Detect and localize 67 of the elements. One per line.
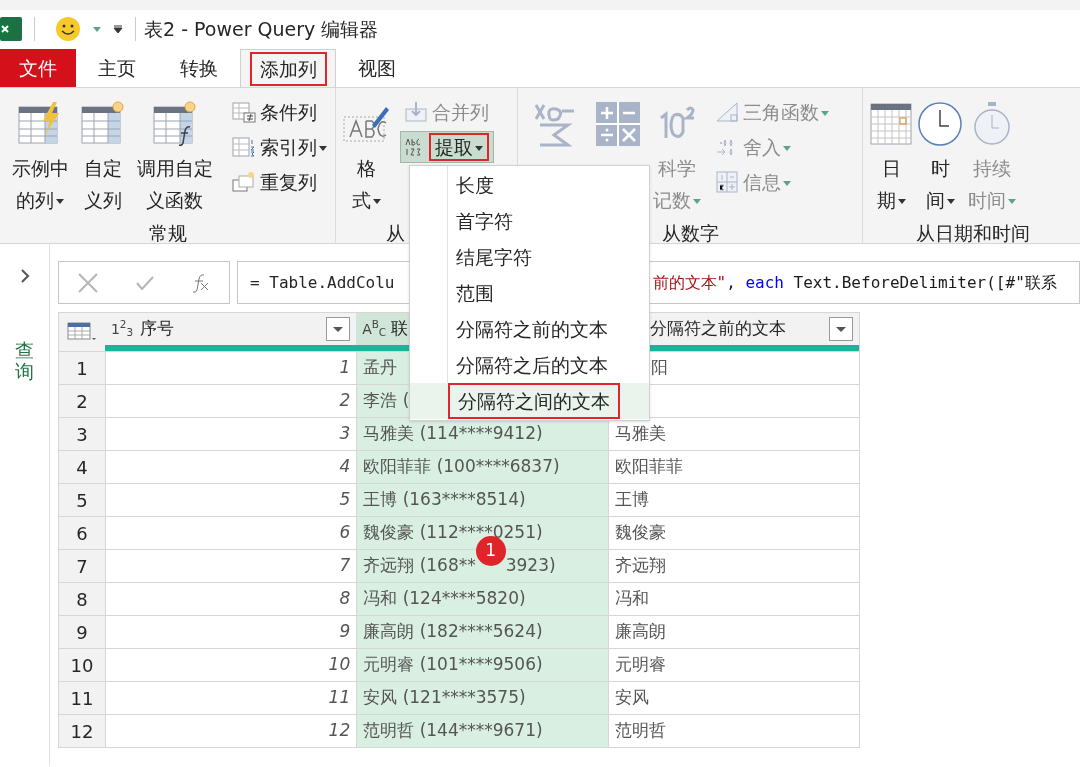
row-number: 10	[59, 649, 105, 681]
menu-item[interactable]: 首字符	[410, 203, 649, 239]
table-cell: 范明哲 (144****9671)	[356, 715, 608, 747]
merge-columns-icon	[404, 101, 428, 123]
clock-icon	[917, 101, 963, 147]
index-table-icon	[232, 136, 256, 158]
ribbon-button[interactable]: 格式	[340, 88, 392, 216]
column-title: 序号	[139, 317, 174, 341]
table-cell-text: 3923)	[505, 554, 556, 578]
group-label: 从日期和时间	[915, 221, 1030, 246]
ribbon-small-button[interactable]: 条件列	[228, 96, 331, 128]
ribbon-button[interactable]: 调用自定义函数	[129, 88, 220, 216]
row-number: 7	[59, 550, 105, 582]
stopwatch-icon	[971, 101, 1012, 147]
calendar-icon	[869, 102, 913, 146]
filter-dropdown-icon[interactable]	[829, 317, 853, 341]
ribbon-tab[interactable]: 添加列	[240, 49, 336, 87]
check-icon[interactable]	[135, 274, 155, 291]
customize-toolbar-icon[interactable]	[113, 25, 123, 33]
smiley-icon[interactable]	[55, 16, 81, 42]
function-icon[interactable]	[191, 272, 211, 293]
row-number: 1	[59, 352, 105, 384]
table-function-icon	[151, 101, 198, 147]
table-menu-icon[interactable]	[66, 322, 97, 342]
ribbon-small-button[interactable]: 索引列	[228, 131, 331, 163]
table-sparkle-icon	[79, 101, 126, 147]
table-cell: 廉高朗 (182****5624)	[356, 616, 608, 648]
ribbon-tab[interactable]: 文件	[0, 49, 76, 87]
row-number: 5	[59, 484, 105, 516]
row-number: 11	[59, 682, 105, 714]
expand-icon[interactable]	[19, 268, 30, 284]
table-cell: 冯和 (124****5820)	[356, 583, 608, 615]
table-cell: 欧阳菲菲 (100****6837)	[356, 451, 608, 483]
window-title: 表2 - Power Query 编辑器	[144, 16, 379, 42]
menu-item[interactable]: 分隔符之间的文本	[410, 383, 649, 419]
ribbon-button[interactable]: 自定义列	[76, 88, 129, 216]
info-grid-icon	[715, 171, 739, 193]
table-cell: 元明睿 (101****9506)	[356, 649, 608, 681]
group-label: 常规	[148, 221, 187, 246]
caret-icon[interactable]	[93, 26, 101, 32]
ribbon-button[interactable]: 时间	[915, 88, 965, 216]
row-number: 3	[59, 418, 105, 450]
row-number: 4	[59, 451, 105, 483]
ribbon-button[interactable]: 日期	[867, 88, 915, 216]
triangle-icon	[715, 101, 739, 123]
row-number: 8	[59, 583, 105, 615]
arithmetic-icon	[595, 101, 641, 147]
column-title: 分隔符之前的文本	[649, 317, 786, 341]
row-number: 12	[59, 715, 105, 747]
table-cell-text: 齐远翔 (168**	[363, 554, 476, 578]
menu-item[interactable]: 长度	[410, 167, 649, 203]
queries-pane-title[interactable]: 查询	[15, 340, 34, 382]
column-title: 联	[391, 317, 409, 341]
ribbon-small-button[interactable]: 重复列	[228, 166, 331, 198]
duplicate-column-icon	[232, 171, 256, 193]
filter-dropdown-icon[interactable]	[326, 317, 351, 341]
ribbon-button[interactable]: 示例中的列	[4, 88, 76, 216]
row-number: 9	[59, 616, 105, 648]
group-label: 从数字	[661, 221, 719, 246]
table-cell: 马雅美 (114****9412)	[356, 418, 608, 450]
table-cell: 安风 (121****3575)	[356, 682, 608, 714]
ribbon-small-button[interactable]: 提取	[400, 131, 494, 163]
conditional-table-icon	[232, 101, 256, 123]
row-number: 2	[59, 385, 105, 417]
row-number: 6	[59, 517, 105, 549]
group-label: 从	[386, 221, 405, 246]
table-cell: 王博 (163****8514)	[356, 484, 608, 516]
